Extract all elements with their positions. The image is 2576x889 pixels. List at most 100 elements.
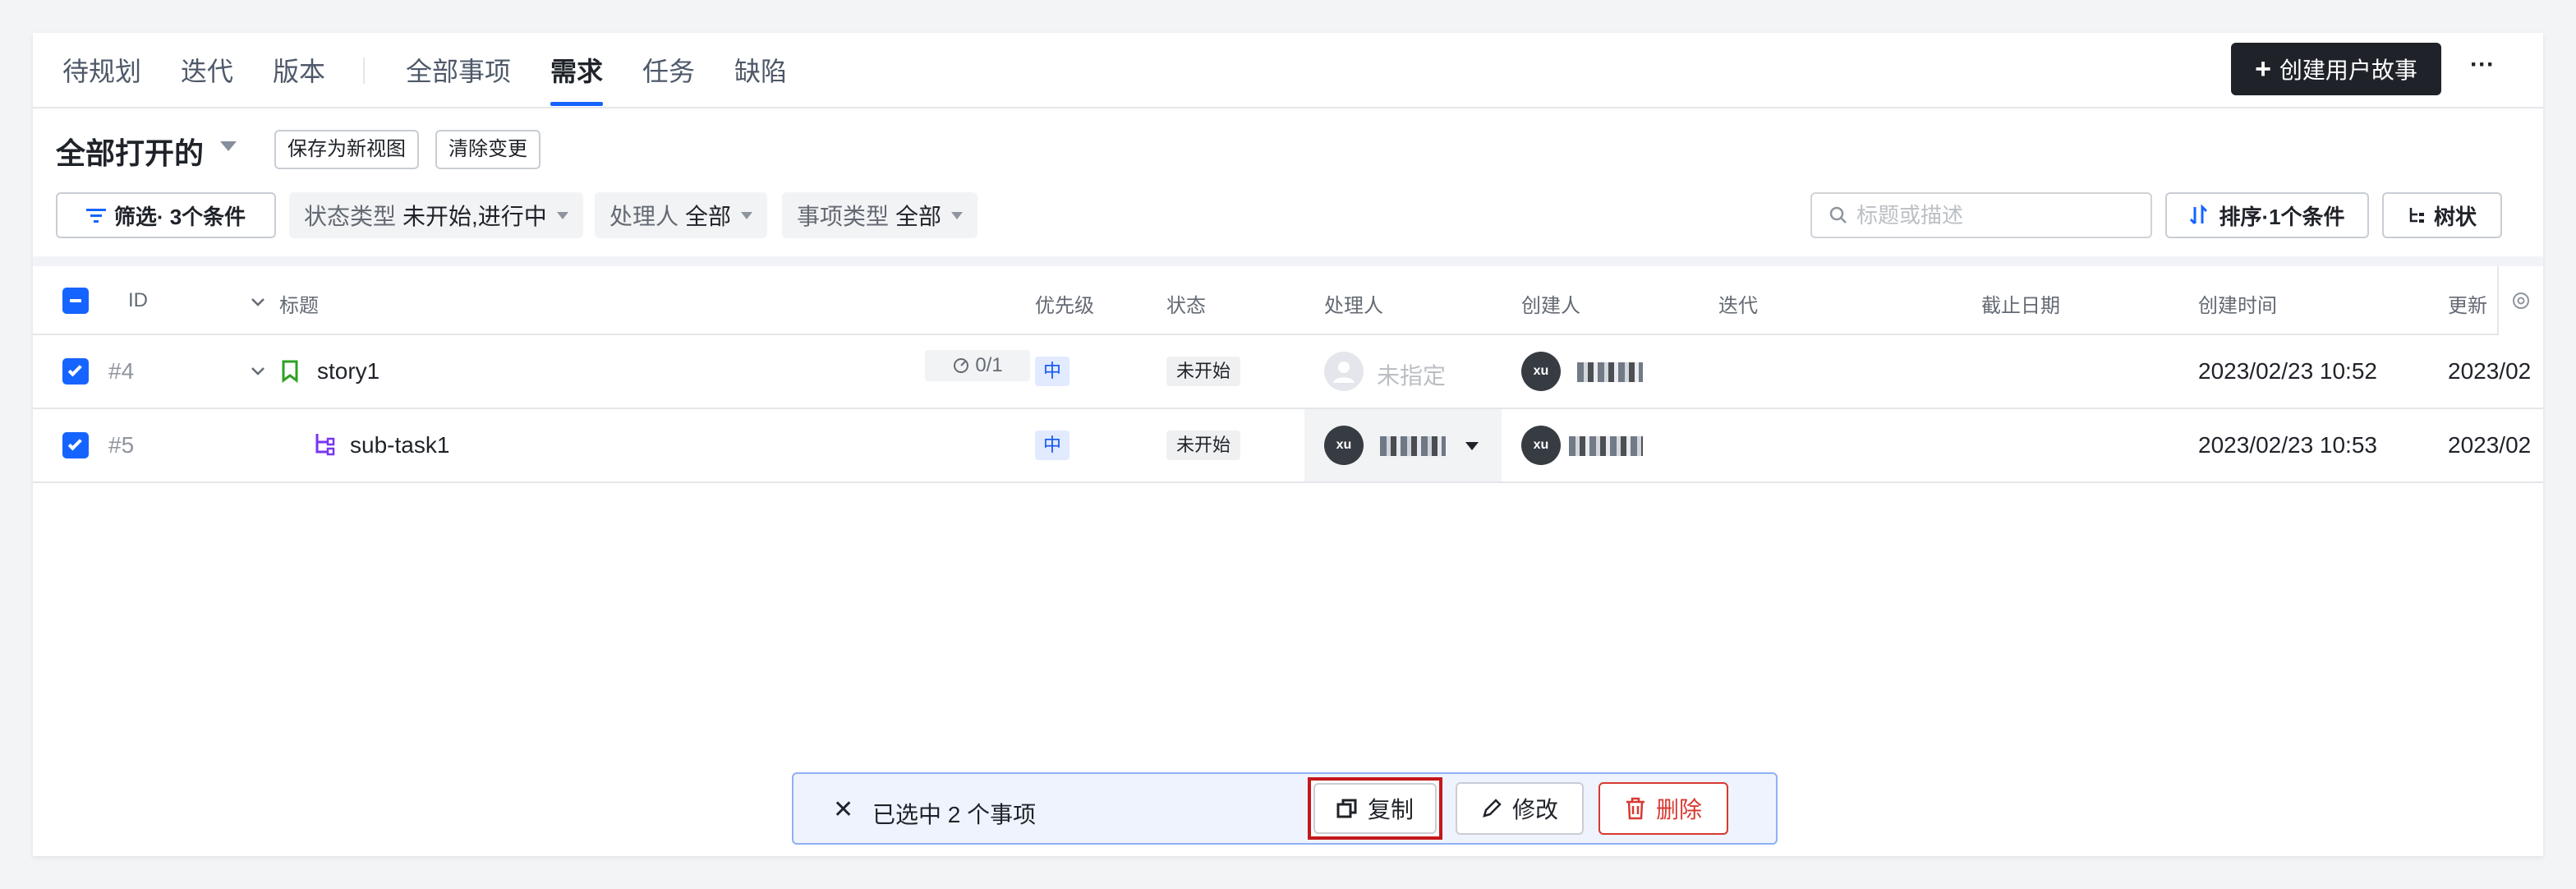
filter-button-label: 筛选· 3个条件 xyxy=(113,204,246,229)
save-as-new-view-button[interactable]: 保存为新视图 xyxy=(274,130,419,169)
priority-badge[interactable]: 中 xyxy=(1035,431,1070,460)
assignee-dropdown-icon[interactable] xyxy=(1465,442,1479,450)
column-header-id[interactable]: ID xyxy=(128,289,148,312)
tab-iteration[interactable]: 迭代 xyxy=(181,51,233,89)
subtask-progress-text: 0/1 xyxy=(975,354,1003,376)
search-input[interactable] xyxy=(1856,202,2136,228)
row-assignee[interactable]: 未指定 xyxy=(1377,358,1446,391)
top-nav: 待规划 迭代 版本 全部事项 需求 任务 缺陷 + 创建用户故事 ··· xyxy=(33,33,2543,108)
filter-chip-item-type[interactable]: 事项类型 全部 xyxy=(782,192,978,238)
column-header-updated-at[interactable]: 更新 xyxy=(2448,289,2487,318)
blurred-name xyxy=(1569,436,1643,456)
subtask-progress: 0/1 xyxy=(925,350,1030,381)
row-updated-at: 2023/02 xyxy=(2448,432,2532,458)
row-id: #4 xyxy=(108,358,135,384)
status-badge[interactable]: 未开始 xyxy=(1166,431,1241,460)
selection-action-bar: ✕ 已选中 2 个事项 复制 修改 删除 xyxy=(792,772,1778,845)
avatar xyxy=(1324,352,1364,391)
column-header-due-date[interactable]: 截止日期 xyxy=(1981,289,2060,318)
blurred-name xyxy=(1380,436,1446,456)
user-placeholder-icon xyxy=(1333,362,1355,383)
more-icon[interactable]: ··· xyxy=(2464,53,2500,85)
edit-button[interactable]: 修改 xyxy=(1456,782,1584,835)
table-row[interactable]: #5 sub-task1 中 未开始 xu xu 2023/02/23 10:5… xyxy=(33,409,2543,483)
chip-value: 全部 xyxy=(685,204,732,229)
edit-label: 修改 xyxy=(1511,797,1558,822)
progress-icon xyxy=(954,358,969,373)
tree-view-label: 树状 xyxy=(2433,204,2477,229)
chevron-down-icon xyxy=(741,211,753,219)
tab-all-items[interactable]: 全部事项 xyxy=(406,51,511,89)
plus-icon: + xyxy=(2255,53,2271,85)
row-checkbox[interactable] xyxy=(62,358,89,385)
copy-icon xyxy=(1336,799,1357,818)
avatar: xu xyxy=(1324,426,1364,465)
tab-defects[interactable]: 缺陷 xyxy=(734,51,787,89)
column-header-title[interactable]: 标题 xyxy=(279,289,319,318)
tab-requirements[interactable]: 需求 xyxy=(550,51,603,89)
subtask-icon xyxy=(315,434,335,456)
column-header-creator[interactable]: 创建人 xyxy=(1521,289,1580,318)
row-created-at: 2023/02/23 10:52 xyxy=(2198,358,2377,384)
story-bookmark-icon xyxy=(282,360,298,383)
chip-key: 状态类型 xyxy=(304,204,397,229)
filter-button[interactable]: 筛选· 3个条件 xyxy=(56,192,276,238)
avatar: xu xyxy=(1521,426,1561,465)
chip-key: 事项类型 xyxy=(797,204,890,229)
column-settings-icon[interactable] xyxy=(2497,266,2543,335)
create-user-story-button[interactable]: + 创建用户故事 xyxy=(2231,43,2441,95)
tab-version[interactable]: 版本 xyxy=(273,51,325,89)
chip-value: 全部 xyxy=(895,204,942,229)
clear-changes-button[interactable]: 清除变更 xyxy=(435,130,540,169)
chevron-down-icon[interactable] xyxy=(250,297,266,307)
filter-chip-status-type[interactable]: 状态类型 未开始,进行中 xyxy=(289,192,583,238)
row-id: #5 xyxy=(108,432,135,458)
app-frame: 待规划 迭代 版本 全部事项 需求 任务 缺陷 + 创建用户故事 ··· 全部打… xyxy=(33,33,2543,856)
create-user-story-label: 创建用户故事 xyxy=(2279,58,2417,83)
expand-chevron-icon[interactable] xyxy=(250,366,266,376)
column-header-priority[interactable]: 优先级 xyxy=(1035,289,1094,318)
tab-divider xyxy=(363,58,365,84)
tree-icon xyxy=(2409,208,2424,223)
column-header-status[interactable]: 状态 xyxy=(1166,289,1206,318)
copy-label: 复制 xyxy=(1367,797,1414,822)
tab-backlog[interactable]: 待规划 xyxy=(62,51,141,89)
column-header-iteration[interactable]: 迭代 xyxy=(1718,289,1758,318)
view-dropdown-icon[interactable] xyxy=(220,141,237,151)
table-row[interactable]: #4 story1 0/1 中 未开始 未指定 xu 2023/02/23 10… xyxy=(33,335,2543,409)
delete-button[interactable]: 删除 xyxy=(1598,782,1728,835)
delete-label: 删除 xyxy=(1655,797,1702,822)
active-tab-indicator xyxy=(550,102,603,106)
chip-value: 未开始,进行中 xyxy=(402,204,547,229)
row-created-at: 2023/02/23 10:53 xyxy=(2198,432,2377,458)
chevron-down-icon xyxy=(951,211,964,219)
settings-icon xyxy=(2513,292,2529,309)
filter-icon xyxy=(85,209,106,223)
priority-badge[interactable]: 中 xyxy=(1035,357,1070,386)
chip-key: 处理人 xyxy=(610,204,679,229)
search-box xyxy=(1810,192,2152,238)
trash-icon xyxy=(1626,797,1644,820)
column-header-created-at[interactable]: 创建时间 xyxy=(2198,289,2277,318)
close-icon[interactable]: ✕ xyxy=(833,795,853,824)
select-all-checkbox[interactable] xyxy=(62,288,89,314)
tab-tasks[interactable]: 任务 xyxy=(642,51,695,89)
row-title[interactable]: story1 xyxy=(317,358,380,385)
row-updated-at: 2023/02 xyxy=(2448,358,2532,384)
row-checkbox[interactable] xyxy=(62,432,89,458)
avatar: xu xyxy=(1521,352,1561,391)
tree-view-button[interactable]: 树状 xyxy=(2382,192,2502,238)
table-header: ID 标题 优先级 状态 处理人 创建人 迭代 截止日期 创建时间 更新 xyxy=(33,266,2543,335)
status-badge[interactable]: 未开始 xyxy=(1166,357,1241,386)
section-separator xyxy=(33,256,2543,266)
sort-button-label: 排序·1个条件 xyxy=(2219,204,2345,229)
column-header-assignee[interactable]: 处理人 xyxy=(1324,289,1383,318)
copy-button[interactable]: 复制 xyxy=(1308,777,1442,840)
selected-count-text: 已选中 2 个事项 xyxy=(872,802,1037,827)
blurred-name xyxy=(1577,362,1643,382)
pencil-icon xyxy=(1483,799,1502,818)
sort-button[interactable]: 排序·1个条件 xyxy=(2165,192,2369,238)
view-title[interactable]: 全部打开的 xyxy=(56,130,204,173)
row-title[interactable]: sub-task1 xyxy=(350,432,449,458)
filter-chip-assignee[interactable]: 处理人 全部 xyxy=(595,192,768,238)
